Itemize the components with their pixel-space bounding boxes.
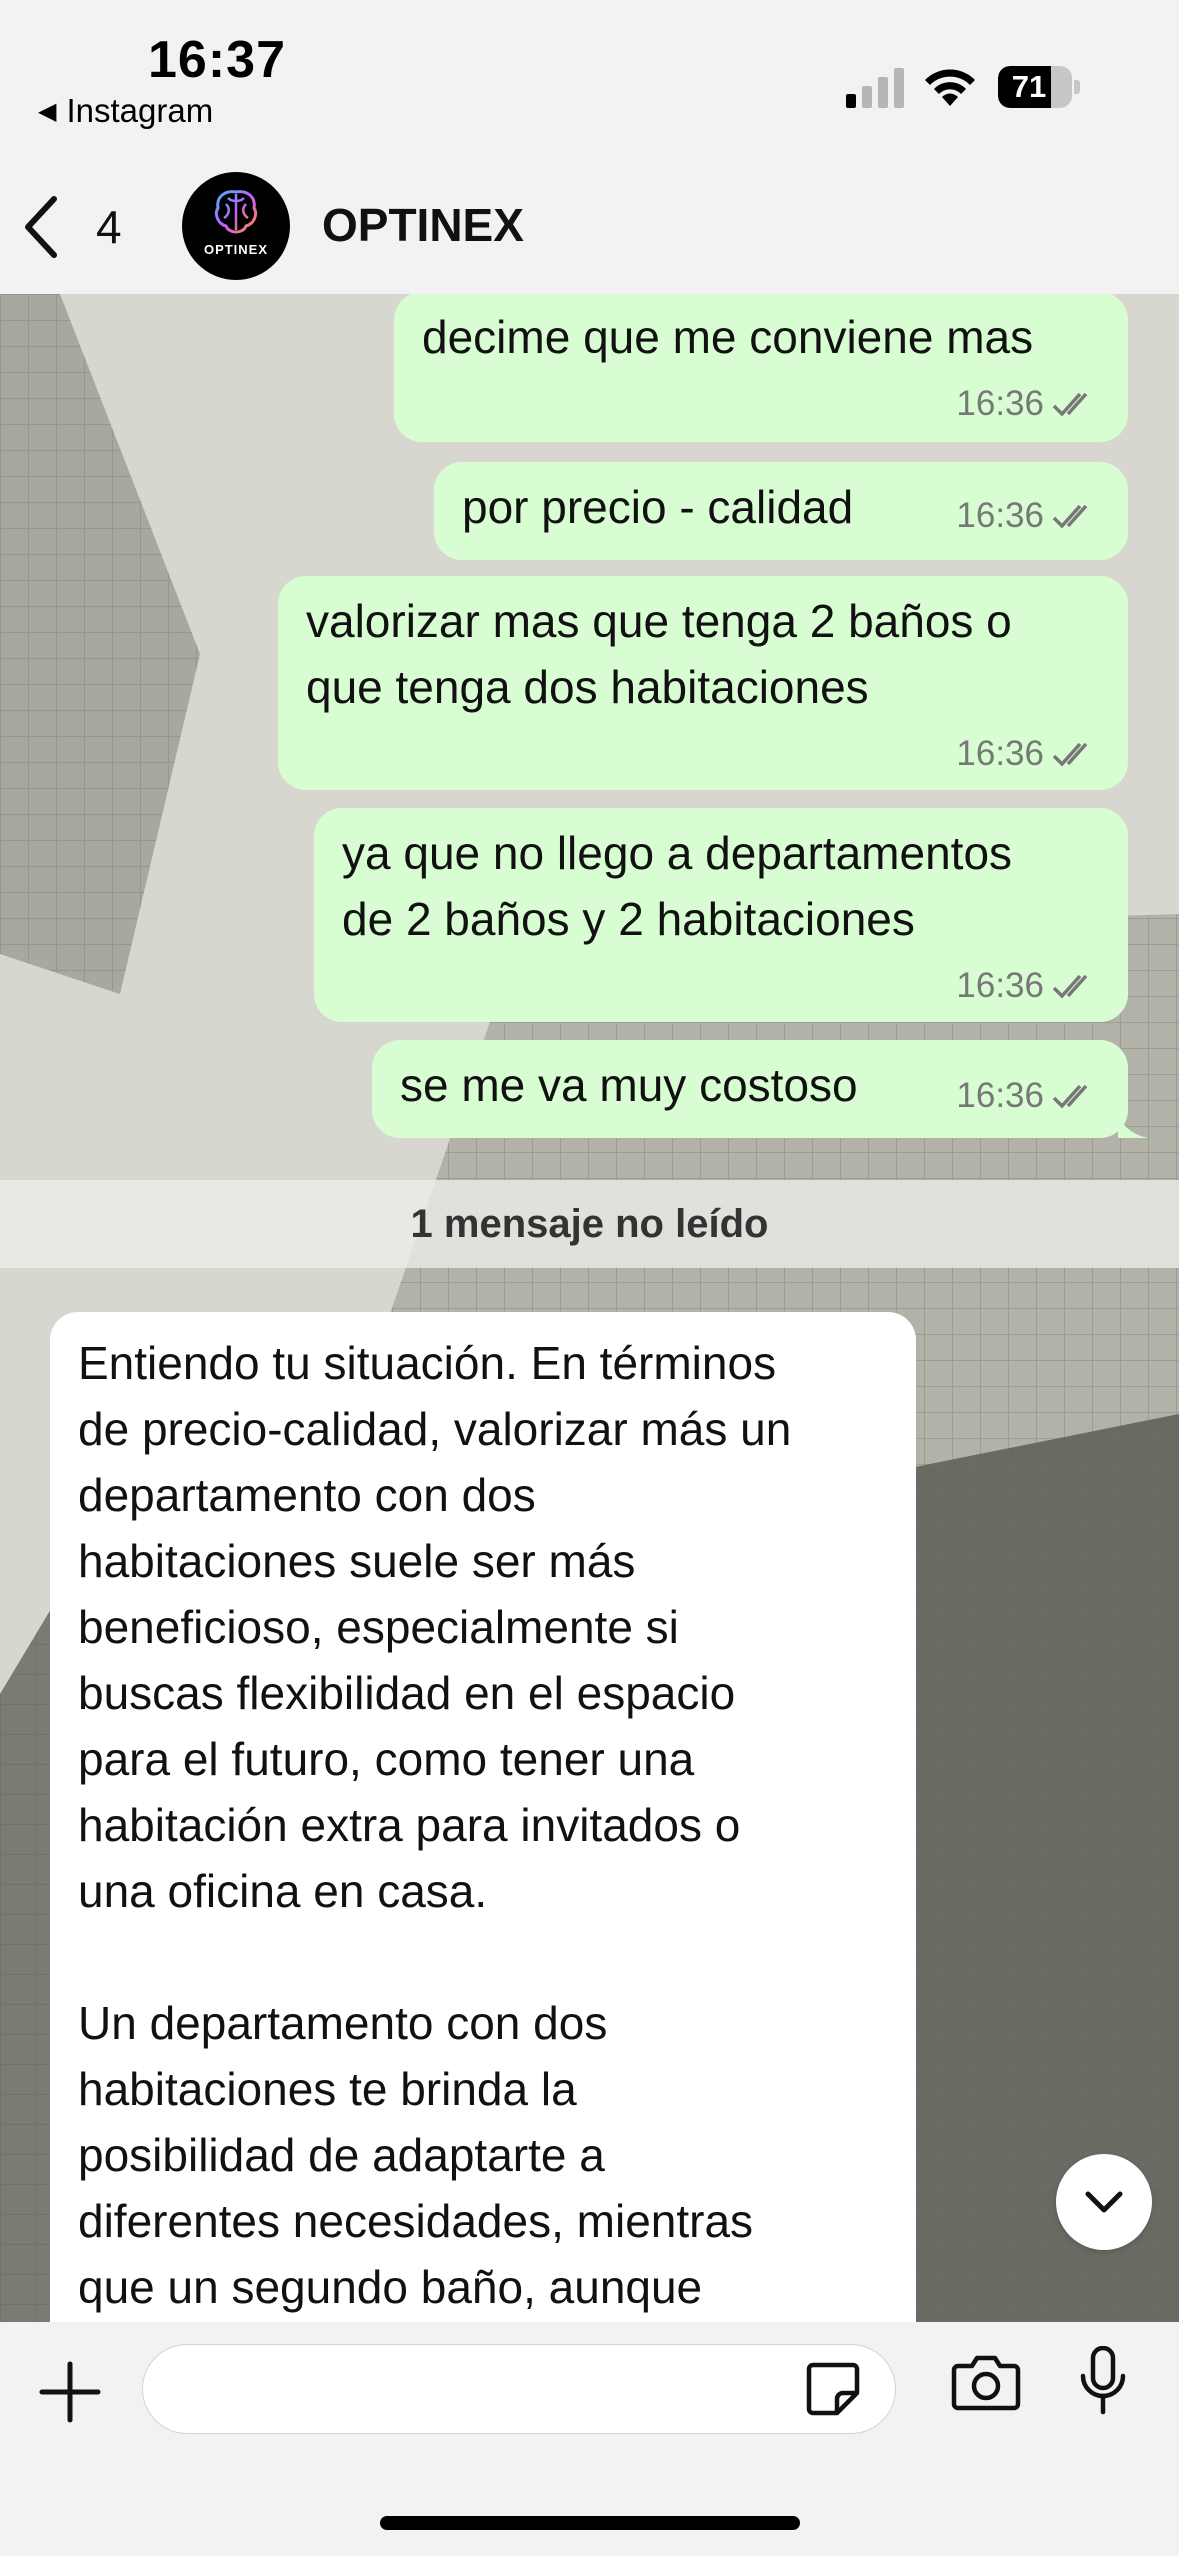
message-line: departamento con dos bbox=[78, 1469, 536, 1521]
message-line: habitaciones suele ser más bbox=[78, 1535, 636, 1587]
message-input-wrapper[interactable] bbox=[142, 2344, 896, 2434]
message-text: se me va muy costoso bbox=[400, 1059, 858, 1111]
message-input[interactable] bbox=[173, 2355, 777, 2425]
double-check-icon bbox=[1052, 974, 1088, 999]
message-line: habitaciones te brinda la bbox=[78, 2063, 577, 2115]
status-bar: 16:37 ◀ Instagram 71 bbox=[0, 0, 1179, 160]
double-check-icon bbox=[1052, 392, 1088, 417]
contact-avatar[interactable]: OPTINEX bbox=[182, 172, 290, 280]
message-meta: 16:36 bbox=[956, 496, 1100, 536]
plus-icon[interactable] bbox=[38, 2360, 102, 2424]
unread-messages-divider: 1 mensaje no leído bbox=[0, 1180, 1179, 1268]
message-text: por precio - calidad bbox=[462, 481, 854, 533]
outgoing-message[interactable]: por precio - calidad 16:36 bbox=[434, 462, 1128, 560]
message-line: buscas flexibilidad en el espacio bbox=[78, 1667, 736, 1719]
message-line: Un departamento con dos bbox=[78, 1997, 608, 2049]
message-meta: 16:36 bbox=[956, 1076, 1100, 1116]
message-composer bbox=[0, 2322, 1179, 2556]
double-check-icon bbox=[1052, 1084, 1088, 1109]
scroll-to-bottom-button[interactable] bbox=[1056, 2154, 1152, 2250]
message-text: decime que me conviene mas bbox=[422, 311, 1034, 363]
microphone-icon[interactable] bbox=[1078, 2346, 1128, 2418]
status-time: 16:37 bbox=[148, 31, 286, 89]
double-check-icon bbox=[1052, 504, 1088, 529]
message-line: valorizar mas que tenga 2 baños o bbox=[306, 595, 1012, 647]
message-line: una oficina en casa. bbox=[78, 1865, 488, 1917]
outgoing-message[interactable]: decime que me conviene mas 16:36 bbox=[394, 294, 1128, 442]
double-check-icon bbox=[1052, 742, 1088, 767]
sticker-icon[interactable] bbox=[803, 2359, 863, 2419]
message-meta: 16:36 bbox=[956, 966, 1100, 1006]
message-line: que tenga dos habitaciones bbox=[306, 661, 869, 713]
message-line: de precio-calidad, valorizar más un bbox=[78, 1403, 792, 1455]
contact-name[interactable]: OPTINEX bbox=[322, 198, 524, 252]
unread-chats-count: 4 bbox=[96, 201, 122, 253]
message-line: que un segundo baño, aunque bbox=[78, 2261, 703, 2313]
message-time: 16:36 bbox=[956, 966, 1044, 1005]
chevron-left-icon bbox=[25, 196, 57, 258]
message-time: 16:36 bbox=[956, 384, 1044, 423]
message-line: de 2 baños y 2 habitaciones bbox=[342, 893, 915, 945]
message-line: ya que no llego a departamentos bbox=[342, 827, 1013, 879]
message-text: valorizar mas que tenga 2 baños o que te… bbox=[306, 588, 1012, 720]
back-triangle-icon: ◀ bbox=[38, 97, 57, 125]
home-indicator bbox=[380, 2516, 800, 2530]
wifi-icon bbox=[925, 69, 975, 106]
message-time: 16:36 bbox=[956, 1076, 1044, 1115]
message-time: 16:36 bbox=[956, 496, 1044, 535]
battery-indicator: 71 bbox=[998, 66, 1072, 108]
back-button[interactable]: 4 bbox=[20, 190, 122, 264]
message-line: habitación extra para invitados o bbox=[78, 1799, 741, 1851]
back-to-app-link[interactable]: ◀ Instagram bbox=[38, 92, 213, 130]
message-line: Entiendo tu situación. En términos bbox=[78, 1337, 777, 1389]
message-paragraph: Un departamento con dos habitaciones te … bbox=[78, 1990, 888, 2320]
chat-area[interactable]: decime que me conviene mas 16:36 por pre… bbox=[0, 294, 1179, 2322]
chevron-down-icon bbox=[1085, 2191, 1123, 2213]
message-line: beneficioso, especialmente si bbox=[78, 1601, 679, 1653]
outgoing-message[interactable]: valorizar mas que tenga 2 baños o que te… bbox=[278, 576, 1128, 790]
message-line: diferentes necesidades, mientras bbox=[78, 2195, 754, 2247]
brain-logo-icon bbox=[214, 190, 258, 234]
message-meta: 16:36 bbox=[956, 734, 1100, 774]
avatar-logo-text: OPTINEX bbox=[203, 242, 269, 257]
outgoing-message[interactable]: se me va muy costoso 16:36 bbox=[372, 1040, 1128, 1138]
chat-header: 4 OPTINEX OPTINEX bbox=[0, 160, 1179, 295]
cellular-signal-icon bbox=[846, 68, 904, 108]
incoming-message[interactable]: Entiendo tu situación. En términos de pr… bbox=[50, 1312, 916, 2322]
battery-nub bbox=[1074, 80, 1080, 94]
back-to-app-label: Instagram bbox=[66, 92, 214, 129]
message-line: posibilidad de adaptarte a bbox=[78, 2129, 605, 2181]
message-text: ya que no llego a departamentos de 2 bañ… bbox=[342, 820, 1012, 952]
message-paragraph: Entiendo tu situación. En términos de pr… bbox=[78, 1330, 888, 1924]
message-line: para el futuro, como tener una bbox=[78, 1733, 695, 1785]
camera-icon[interactable] bbox=[950, 2352, 1022, 2412]
battery-level: 71 bbox=[1011, 69, 1047, 104]
outgoing-message[interactable]: ya que no llego a departamentos de 2 bañ… bbox=[314, 808, 1128, 1022]
bubble-tail bbox=[1118, 1110, 1148, 1138]
message-time: 16:36 bbox=[956, 734, 1044, 773]
message-meta: 16:36 bbox=[956, 384, 1100, 424]
